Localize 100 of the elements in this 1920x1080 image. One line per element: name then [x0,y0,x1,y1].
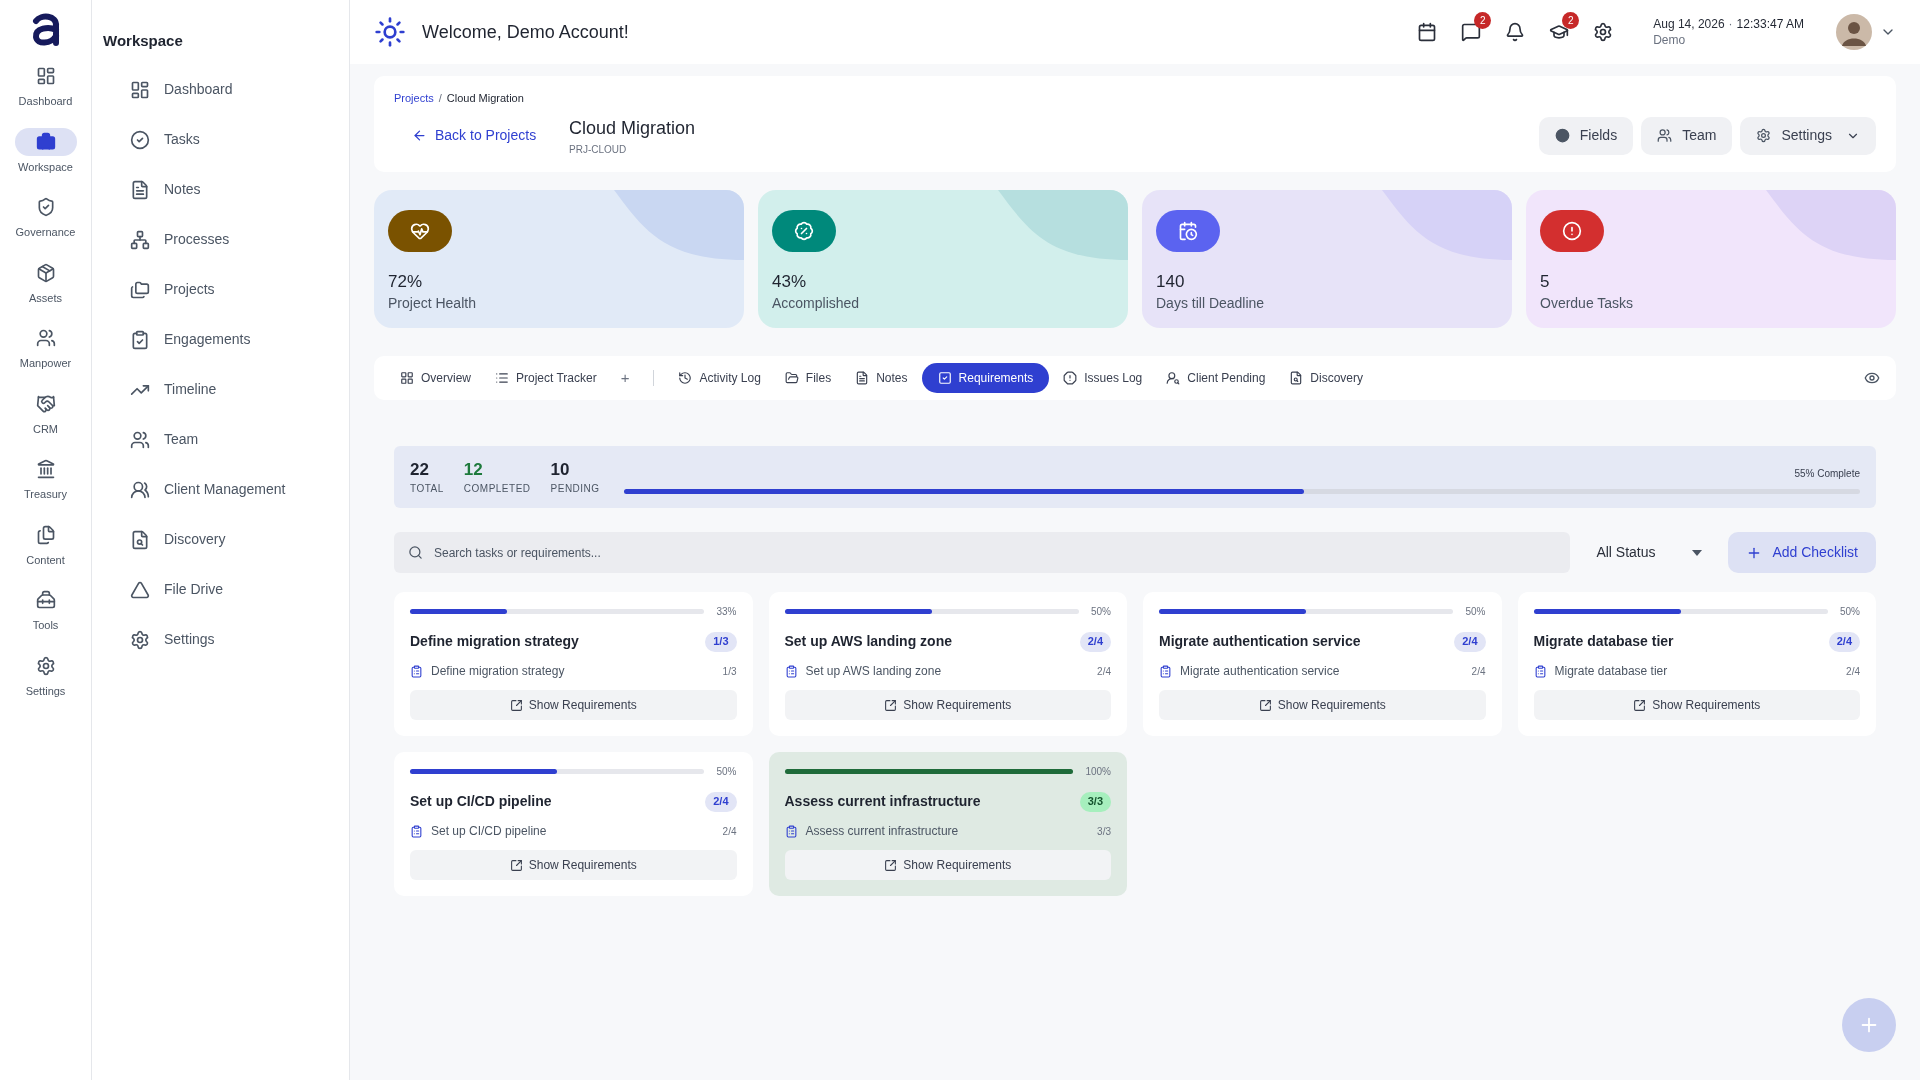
show-requirements-button[interactable]: Show Requirements [784,690,1111,720]
show-requirements-button[interactable]: Show Requirements [410,690,737,720]
circle-icon [1554,128,1570,143]
sidebar-item[interactable]: Team [130,418,339,461]
sidebar-item[interactable]: Processes [130,218,339,261]
search-field[interactable]: Search tasks or requirements... [394,532,1571,573]
count-badge: 2/4 [1828,631,1860,652]
sidebar-item[interactable]: Notes [130,168,339,211]
heart-pulse-icon [410,221,430,241]
count-label: TOTAL [410,481,444,496]
tab[interactable]: Overview [390,363,481,393]
rail-item[interactable]: Assets [5,258,86,306]
count-badge: 2/4 [705,791,737,812]
sidebar-item[interactable]: Projects [130,268,339,311]
discovery-icon [1289,371,1304,385]
count-badge: 2/4 [1454,631,1486,652]
sidebar-item[interactable]: Dashboard [130,68,339,111]
rail-item[interactable]: Settings [5,651,86,699]
checklist-title: Set up CI/CD pipeline [410,792,552,811]
requirements-icon [937,371,952,385]
header-action-button[interactable]: Team [1641,116,1733,155]
header-icon-button[interactable] [1417,22,1438,42]
sidebar-item[interactable]: Settings [130,618,339,661]
add-tab-button[interactable]: + [610,362,640,394]
checklist-title: Assess current infrastructure [784,792,981,811]
header-icon-button[interactable] [1549,22,1570,42]
time-text: 12:33:47 AM [1736,16,1804,32]
status-dropdown[interactable]: All Status [1580,532,1719,573]
breadcrumb-current: Cloud Migration [446,91,524,106]
show-requirements-button[interactable]: Show Requirements [784,850,1111,880]
item-count: 3/3 [1097,824,1111,839]
count-value: 22 [410,458,430,481]
assets-icon [35,262,56,283]
sidebar-item[interactable]: Tasks [130,118,339,161]
clipboard-icon [1533,664,1547,678]
checklist-title: Define migration strategy [410,632,579,651]
show-requirements-button[interactable]: Show Requirements [1533,690,1860,720]
treasury-icon [35,459,56,479]
rail-item[interactable]: Tools [5,586,86,634]
breadcrumb-link[interactable]: Projects [394,90,434,107]
back-link[interactable]: Back to Projects [412,125,569,146]
date-text: Aug 14, 2026 [1653,16,1725,32]
header-action-button[interactable]: Settings [1740,116,1876,155]
rail-item[interactable]: CRM [5,389,86,437]
item-count: 1/3 [722,664,737,679]
stat-label: Project Health [388,294,477,313]
rail-item[interactable]: Governance [5,193,86,241]
percent-text: 50% [1840,605,1860,619]
discovery-icon [130,529,150,550]
header-icon-button[interactable] [1461,22,1482,42]
item-count: 2/4 [1097,664,1111,679]
rail-item[interactable]: Dashboard [5,62,86,110]
tab[interactable]: Client Pending [1156,363,1276,393]
rail-item[interactable]: Workspace [5,127,86,175]
percent-icon [794,221,814,241]
add-checklist-button[interactable]: Add Checklist [1728,532,1876,573]
calendar-clock-icon [1178,221,1198,241]
rail-item[interactable]: Content [5,520,86,568]
overview-icon [400,371,414,385]
sidebar-item[interactable]: Client Management [130,468,339,511]
header-icon-button[interactable] [1593,22,1614,42]
tab[interactable]: Project Tracker [485,363,607,393]
tab[interactable]: Discovery [1279,363,1374,393]
sidebar-item[interactable]: File Drive [130,568,339,611]
header-icon-button[interactable] [1505,22,1526,42]
tab[interactable]: Files [774,363,842,393]
drive-icon [130,579,150,600]
content-icon [35,524,56,545]
tab[interactable]: Activity Log [668,363,771,393]
stat-value: 72% [388,272,424,292]
show-requirements-button[interactable]: Show Requirements [1159,690,1486,720]
sidebar-item[interactable]: Timeline [130,368,339,411]
count-badge: 2/4 [1079,631,1111,652]
calendar-icon [1417,22,1438,42]
requirement-item: Set up AWS landing zone [805,663,942,680]
checklist-title: Set up AWS landing zone [784,632,952,651]
sidebar-item[interactable]: Discovery [130,518,339,561]
count-value: 10 [550,458,571,481]
header-action-button[interactable]: Fields [1538,116,1634,155]
checklist-title: Migrate database tier [1533,632,1674,651]
files-icon [784,371,799,385]
tab[interactable]: Notes [845,363,918,393]
settings-icon [130,629,150,650]
issues-icon [1063,371,1078,385]
rail-item[interactable]: Treasury [5,455,86,503]
external-link-icon [509,698,523,712]
clipboard-icon [410,664,423,678]
tab[interactable]: Issues Log [1053,363,1153,393]
stat-label: Days till Deadline [1156,294,1266,313]
show-requirements-button[interactable]: Show Requirements [410,850,737,880]
rail-item[interactable]: Manpower [5,324,86,372]
settings-icon [1756,128,1772,143]
sidebar-item[interactable]: Engagements [130,318,339,361]
tab[interactable]: Requirements [921,363,1050,393]
stat-value: 5 [1540,272,1551,292]
dashboard-icon [35,66,56,86]
notes-icon [130,179,150,200]
eye-icon[interactable] [1864,370,1880,386]
item-count: 2/4 [1846,664,1860,679]
stat-value: 43% [772,272,808,292]
